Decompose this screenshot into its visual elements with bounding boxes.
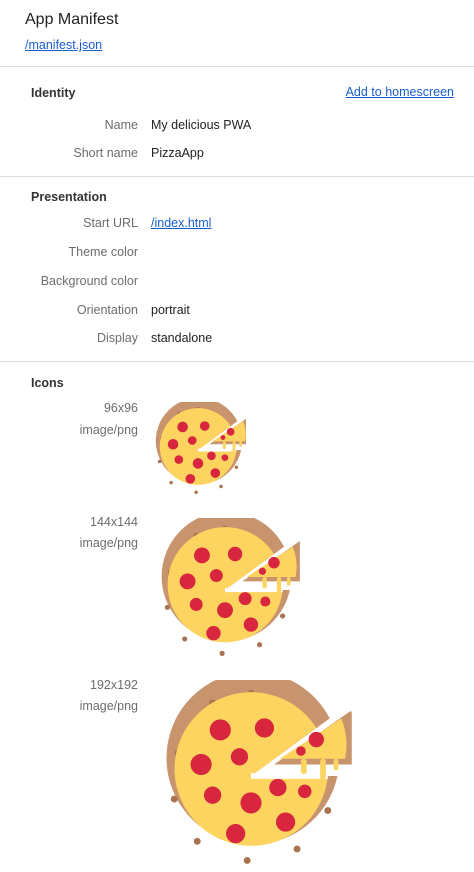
- icon-size-label: 96x96: [103, 401, 138, 415]
- divider: [0, 176, 474, 177]
- name-value: My delicious PWA: [151, 118, 252, 132]
- icon-type-label: image/png: [79, 699, 138, 713]
- orientation-label: Orientation: [76, 303, 138, 317]
- pizza-icon: [150, 402, 246, 498]
- display-value: standalone: [151, 331, 213, 345]
- divider: [0, 66, 474, 67]
- identity-section-title: Identity: [31, 86, 76, 100]
- pizza-icon: [150, 518, 300, 662]
- manifest-json-link[interactable]: /manifest.json: [25, 38, 102, 52]
- theme-color-label: Theme color: [68, 245, 138, 259]
- icon-size-label: 144x144: [90, 515, 138, 529]
- display-label: Display: [97, 331, 138, 345]
- orientation-value: portrait: [151, 303, 190, 317]
- start-url-label: Start URL: [83, 216, 138, 230]
- presentation-section-title: Presentation: [31, 190, 107, 204]
- divider: [0, 361, 474, 362]
- pizza-icon: [150, 680, 352, 872]
- short-name-value: PizzaApp: [151, 146, 204, 160]
- icon-type-label: image/png: [79, 536, 138, 550]
- page-title: App Manifest: [25, 11, 119, 28]
- short-name-label: Short name: [73, 146, 138, 160]
- icon-type-label: image/png: [79, 423, 138, 437]
- start-url-link[interactable]: /index.html: [151, 216, 211, 230]
- add-to-homescreen-link[interactable]: Add to homescreen: [346, 85, 454, 99]
- manifest-header: App Manifest /manifest.json: [0, 0, 474, 66]
- background-color-label: Background color: [40, 274, 138, 288]
- icons-section-title: Icons: [31, 376, 64, 390]
- icon-size-label: 192x192: [90, 678, 138, 692]
- name-label: Name: [104, 118, 138, 132]
